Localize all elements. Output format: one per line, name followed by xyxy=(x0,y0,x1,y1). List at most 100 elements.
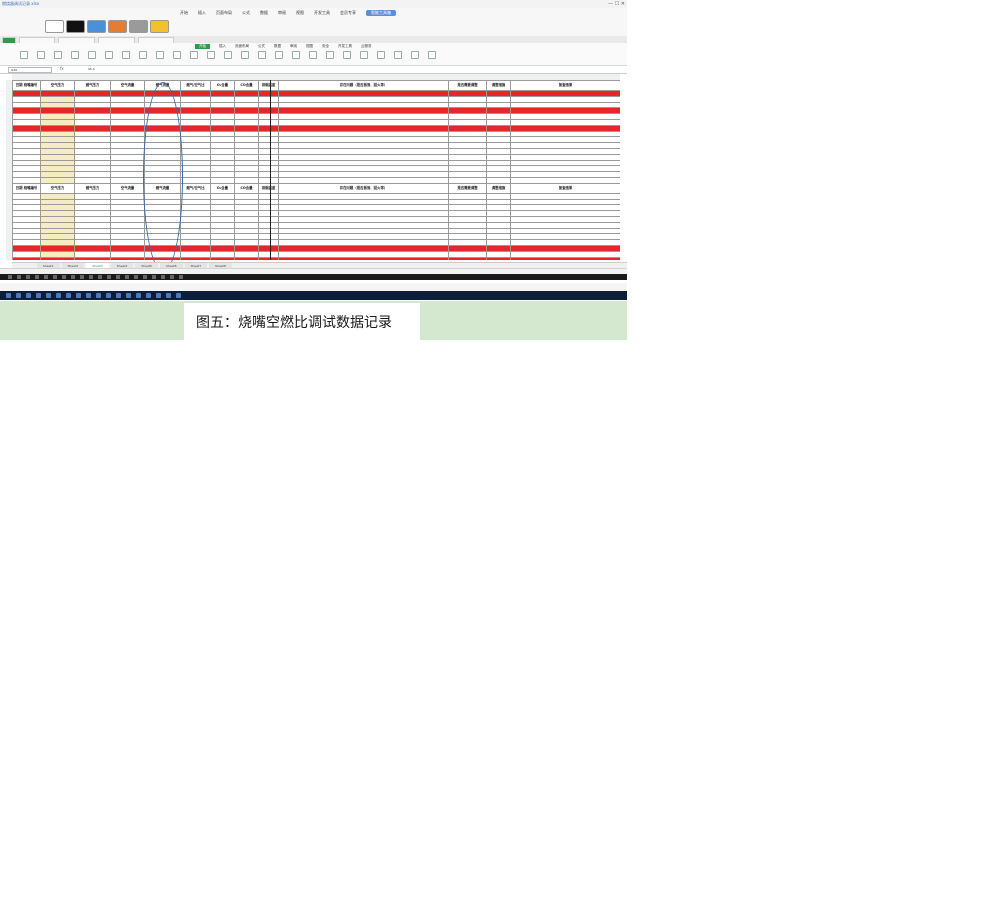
header-cell[interactable]: 燃气/空气比 xyxy=(180,80,211,91)
table-cell[interactable] xyxy=(486,256,511,260)
taskbar-app-icon[interactable] xyxy=(36,293,41,298)
header-cell[interactable]: 空气压力 xyxy=(40,80,75,91)
taskbar-app-icon[interactable] xyxy=(156,293,161,298)
fill-color-icon[interactable] xyxy=(122,51,130,59)
taskbar-app-icon[interactable] xyxy=(71,275,75,279)
paste-icon[interactable] xyxy=(20,51,28,59)
taskbar-app-icon[interactable] xyxy=(76,293,81,298)
taskbar-app-icon[interactable] xyxy=(106,293,111,298)
sum-icon[interactable] xyxy=(275,51,283,59)
taskbar-app-icon[interactable] xyxy=(98,275,102,279)
taskbar-app-icon[interactable] xyxy=(179,275,183,279)
taskbar-app-icon[interactable] xyxy=(146,293,151,298)
table-cell[interactable] xyxy=(12,256,41,260)
window-controls[interactable]: — ☐ ✕ xyxy=(608,1,625,7)
ribbon-tab[interactable]: 视图 xyxy=(296,10,304,16)
italic-icon[interactable] xyxy=(71,51,79,59)
taskbar-app-icon[interactable] xyxy=(143,275,147,279)
symbol-icon[interactable] xyxy=(428,51,436,59)
taskbar-app-icon[interactable] xyxy=(53,275,57,279)
header-cell[interactable]: 日期 烧嘴编号 xyxy=(12,80,41,91)
toolbar-tab[interactable]: 云服务 xyxy=(361,44,372,49)
header-cell[interactable]: CO含量 xyxy=(234,80,259,91)
cell-style-swatch[interactable] xyxy=(45,20,64,33)
toolbar-tab[interactable]: 开发工具 xyxy=(338,44,352,49)
taskbar-app-icon[interactable] xyxy=(26,293,31,298)
spreadsheet-grid[interactable]: 日期 烧嘴编号 空气压力 燃气压力 空气流量 燃气流量 燃气/空气比 O₂含量 CO含量 排烟温… xyxy=(12,80,620,260)
bold-icon[interactable] xyxy=(54,51,62,59)
font-color-icon[interactable] xyxy=(139,51,147,59)
sort-icon[interactable] xyxy=(309,51,317,59)
align-left-icon[interactable] xyxy=(156,51,164,59)
table-cell[interactable] xyxy=(110,256,145,260)
cell-style-swatch[interactable] xyxy=(150,20,169,33)
filter-icon[interactable] xyxy=(292,51,300,59)
taskbar-app-icon[interactable] xyxy=(107,275,111,279)
toolbar-tab[interactable]: 安全 xyxy=(322,44,329,49)
table-cell[interactable] xyxy=(448,256,487,260)
taskbar-app-icon[interactable] xyxy=(66,293,71,298)
header-cell[interactable]: 日期 烧嘴编号 xyxy=(12,182,41,194)
freeze-icon[interactable] xyxy=(394,51,402,59)
formula-input[interactable]: 95.4 xyxy=(88,67,95,71)
taskbar-app-icon[interactable] xyxy=(89,275,93,279)
table-cell[interactable] xyxy=(210,256,235,260)
find-icon[interactable] xyxy=(411,51,419,59)
taskbar-app-icon[interactable] xyxy=(44,275,48,279)
taskbar-app-icon[interactable] xyxy=(116,275,120,279)
number-format-icon[interactable] xyxy=(224,51,232,59)
header-cell[interactable]: 复查结果 xyxy=(510,182,620,194)
table-cell[interactable] xyxy=(234,256,259,260)
header-cell[interactable]: 燃气压力 xyxy=(74,182,111,194)
taskbar-app-icon[interactable] xyxy=(166,293,171,298)
header-cell[interactable]: 复查结果 xyxy=(510,80,620,91)
taskbar-app-icon[interactable] xyxy=(176,293,181,298)
taskbar-app-icon[interactable] xyxy=(161,275,165,279)
header-cell[interactable]: 存在问题（是否振荡、回火等） xyxy=(278,80,449,91)
header-cell[interactable]: 排烟温度 xyxy=(258,80,279,91)
taskbar-app-icon[interactable] xyxy=(8,275,12,279)
table-cell[interactable] xyxy=(74,256,111,260)
cell-icon[interactable] xyxy=(343,51,351,59)
header-cell[interactable]: 空气流量 xyxy=(110,80,145,91)
taskbar-app-icon[interactable] xyxy=(46,293,51,298)
header-cell[interactable]: 排烟温度 xyxy=(258,182,279,194)
ribbon-tab[interactable]: 审阅 xyxy=(278,10,286,16)
merge-icon[interactable] xyxy=(190,51,198,59)
taskbar-app-icon[interactable] xyxy=(17,275,21,279)
table-cell[interactable] xyxy=(510,256,620,260)
header-cell[interactable]: 调整措施 xyxy=(486,80,511,91)
taskbar-app-icon[interactable] xyxy=(86,293,91,298)
conditional-format-icon[interactable] xyxy=(241,51,249,59)
table-cell[interactable] xyxy=(180,256,211,260)
taskbar-app-icon[interactable] xyxy=(62,275,66,279)
cell-style-swatch[interactable] xyxy=(66,20,85,33)
toolbar-tab[interactable]: 插入 xyxy=(219,44,226,49)
fx-icon[interactable]: fx xyxy=(60,66,64,71)
underline-icon[interactable] xyxy=(88,51,96,59)
toolbar-tab[interactable]: 公式 xyxy=(258,44,265,49)
taskbar-app-icon[interactable] xyxy=(116,293,121,298)
taskbar-app-icon[interactable] xyxy=(134,275,138,279)
cut-icon[interactable] xyxy=(37,51,45,59)
ribbon-tab[interactable]: 会员专享 xyxy=(340,10,356,16)
taskbar-app-icon[interactable] xyxy=(80,275,84,279)
cell-style-swatch[interactable] xyxy=(87,20,106,33)
taskbar-app-icon[interactable] xyxy=(56,293,61,298)
taskbar-app-icon[interactable] xyxy=(35,275,39,279)
header-cell[interactable]: 存在问题（是否振荡、回火等） xyxy=(278,182,449,194)
toolbar-tab[interactable]: 页面布局 xyxy=(235,44,249,49)
table-cell[interactable] xyxy=(40,256,75,260)
ribbon-tab-active[interactable]: 智能工具箱 xyxy=(366,10,396,16)
header-cell[interactable]: O₂含量 xyxy=(210,80,235,91)
row-col-icon[interactable] xyxy=(360,51,368,59)
toolbar-tab-active[interactable]: 开始 xyxy=(195,44,210,49)
taskbar-app-icon[interactable] xyxy=(136,293,141,298)
taskbar-app-icon[interactable] xyxy=(152,275,156,279)
header-cell[interactable]: 空气压力 xyxy=(40,182,75,194)
worksheet-icon[interactable] xyxy=(377,51,385,59)
header-cell[interactable]: CO含量 xyxy=(234,182,259,194)
table-cell[interactable] xyxy=(278,256,449,260)
header-cell[interactable]: 是否需要调整 xyxy=(448,182,487,194)
ribbon-tab[interactable]: 数据 xyxy=(260,10,268,16)
